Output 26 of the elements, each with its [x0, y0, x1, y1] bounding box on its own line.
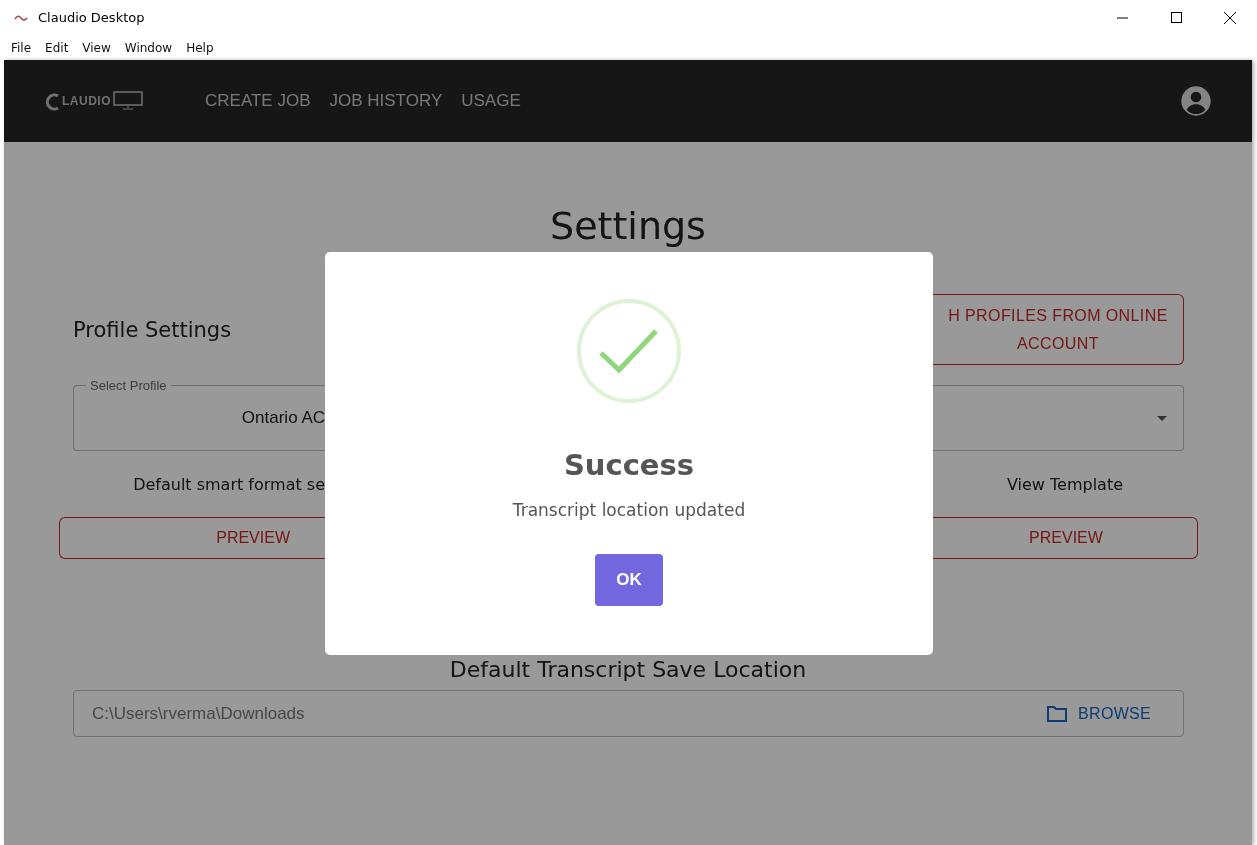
menu-item[interactable]: View: [75, 40, 118, 55]
caret-icon: [1157, 415, 1167, 421]
menu-item[interactable]: Help: [179, 40, 221, 55]
caption: View Template: [1005, 475, 1125, 494]
nav-link[interactable]: USAGE: [461, 91, 521, 111]
menu-item[interactable]: Window: [117, 40, 180, 55]
nav-link[interactable]: CREATE JOB: [205, 91, 311, 111]
section-heading: Profile Settings: [72, 317, 233, 342]
folder-icon: [1046, 704, 1069, 723]
check-icon: [576, 298, 682, 404]
dialog-message: Transcript location updated: [512, 500, 746, 520]
preview-button[interactable]: PREVIEW: [59, 517, 325, 559]
page-title: Settings: [549, 203, 707, 248]
browse-button[interactable]: BROWSE: [1040, 703, 1157, 724]
section-heading: Default Transcript Save Location: [448, 657, 808, 682]
preview-button[interactable]: PREVIEW: [933, 517, 1198, 559]
window-title: Claudio Desktop: [38, 10, 145, 25]
account-icon[interactable]: [1180, 85, 1212, 117]
ok-button[interactable]: OK: [595, 554, 663, 606]
logo: LAUDIO: [46, 91, 143, 111]
caption: Default smart format se: [132, 475, 325, 494]
dialog-title: Success: [563, 448, 695, 482]
menu-item[interactable]: File: [4, 40, 39, 55]
nav-link[interactable]: JOB HISTORY: [329, 91, 443, 111]
menu-item[interactable]: Edit: [38, 40, 76, 55]
path-field[interactable]: C:\Users\rverma\Downloads BROWSE: [73, 690, 1184, 737]
